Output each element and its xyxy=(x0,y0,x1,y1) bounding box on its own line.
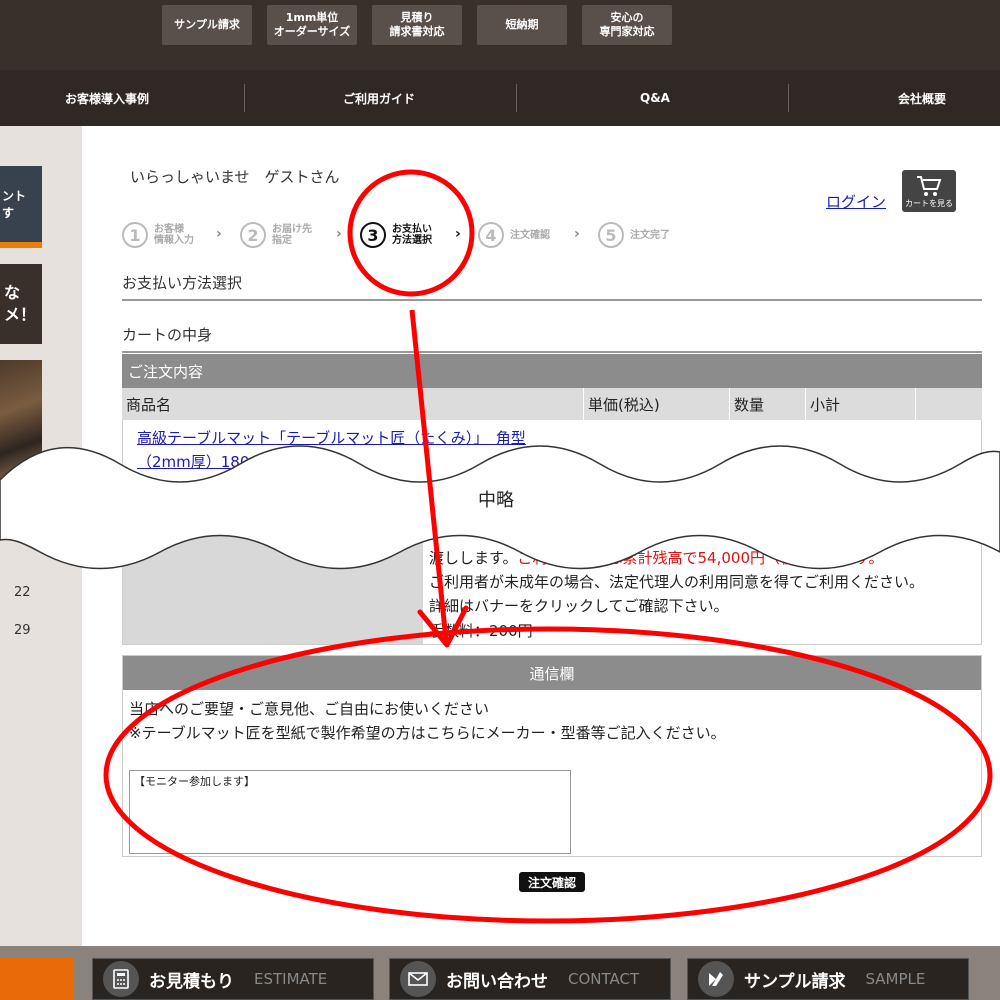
estimate-label: お見積もり xyxy=(149,971,234,992)
cart-table-columns: 商品名 単価(税込) 数量 小計 xyxy=(122,388,982,420)
step-arrow-icon: › xyxy=(455,226,461,242)
column-unit-price: 単価(税込) xyxy=(584,388,730,420)
sidebar-banner-account[interactable]: ント す xyxy=(0,166,42,246)
notes-template-instruction: ※テーブルマット匠を型紙で製作希望の方はこちらにメーカー・型番等ご記入ください。 xyxy=(129,724,726,742)
nav-case-studies[interactable]: お客様導入事例 xyxy=(65,70,149,126)
feature-short-delivery[interactable]: 短納期 xyxy=(477,5,567,45)
step-number: 5 xyxy=(598,222,624,248)
column-product: 商品名 xyxy=(122,388,584,420)
step-number: 1 xyxy=(122,222,148,248)
step-arrow-icon: › xyxy=(336,226,342,242)
nav-divider xyxy=(516,84,517,112)
column-extra xyxy=(916,388,982,420)
order-confirm-button[interactable]: 注文確認 xyxy=(519,872,585,892)
calendar-day: 29 xyxy=(14,623,31,638)
notes-textarea[interactable]: 【モニター参加します】 xyxy=(129,770,571,854)
step-arrow-icon: › xyxy=(574,226,580,242)
nav-divider xyxy=(244,84,245,112)
sample-sub: SAMPLE xyxy=(865,970,926,988)
estimate-button[interactable]: お見積もり ESTIMATE xyxy=(92,958,374,1000)
notes-header: 通信欄 xyxy=(123,656,981,690)
estimate-sub: ESTIMATE xyxy=(254,970,328,988)
omission-label: 中略 xyxy=(478,490,514,511)
nav-company[interactable]: 会社概要 xyxy=(898,70,946,126)
view-cart-label: カートを見る xyxy=(905,199,953,208)
step-payment-active: 3 お支払い 方法選択 xyxy=(360,222,432,248)
contact-sub: CONTACT xyxy=(568,970,640,988)
step-label: お支払い 方法選択 xyxy=(392,224,432,246)
nav-divider xyxy=(788,84,789,112)
calendar-day: 22 xyxy=(14,585,31,600)
notes-section: 通信欄 当店へのご要望・ご意見他、ご自由にお使いください ※テーブルマット匠を型… xyxy=(122,655,982,857)
step-customer-info: 1 お客様 情報入力 xyxy=(122,222,194,248)
feature-order-size[interactable]: 1mm単位 オーダーサイズ xyxy=(267,5,357,45)
nav-qa[interactable]: Q&A xyxy=(640,70,670,126)
mail-icon xyxy=(400,961,436,997)
step-label: 注文確認 xyxy=(510,229,550,241)
feature-estimate[interactable]: 見積り 請求書対応 xyxy=(372,5,462,45)
calculator-icon xyxy=(103,961,139,997)
column-quantity: 数量 xyxy=(730,388,806,420)
contact-label: お問い合わせ xyxy=(446,971,548,992)
feature-sample-request[interactable]: サンプル請求 xyxy=(162,5,252,45)
sample-icon xyxy=(698,961,734,997)
step-arrow-icon: › xyxy=(216,226,222,242)
step-label: お届け先 指定 xyxy=(272,224,312,246)
login-link[interactable]: ログイン xyxy=(826,191,886,212)
step-label: 注文完了 xyxy=(630,229,670,241)
step-number: 2 xyxy=(240,222,266,248)
cart-icon xyxy=(917,176,942,196)
step-delivery: 2 お届け先 指定 xyxy=(240,222,312,248)
column-subtotal: 小計 xyxy=(806,388,916,420)
sidebar-banner-recommend[interactable]: な メ！ xyxy=(0,264,42,344)
notes-instruction: 当店へのご要望・ご意見他、ご自由にお使いください xyxy=(129,700,490,718)
sample-label: サンプル請求 xyxy=(744,971,846,992)
section-title-cart: カートの中身 xyxy=(122,324,982,353)
nav-usage-guide[interactable]: ご利用ガイド xyxy=(343,70,415,126)
sidebar-accent-stripe xyxy=(0,242,42,248)
step-complete: 5 注文完了 xyxy=(598,222,670,248)
step-number: 3 xyxy=(360,222,386,248)
bottom-cta-bar: お見積もり ESTIMATE お問い合わせ CONTACT サンプル請求 SAM… xyxy=(0,946,1000,1000)
bottom-accent xyxy=(0,958,74,1000)
top-feature-bar: サンプル請求 1mm単位 オーダーサイズ 見積り 請求書対応 短納期 安心の 専… xyxy=(0,0,1000,70)
sample-request-button[interactable]: サンプル請求 SAMPLE xyxy=(687,958,969,1000)
contact-button[interactable]: お問い合わせ CONTACT xyxy=(389,958,671,1000)
step-confirm: 4 注文確認 xyxy=(478,222,550,248)
step-label: お客様 情報入力 xyxy=(154,224,194,246)
main-nav: お客様導入事例 ご利用ガイド Q&A 会社概要 xyxy=(0,70,1000,126)
view-cart-button[interactable]: カートを見る xyxy=(902,170,956,212)
feature-expert-support[interactable]: 安心の 専門家対応 xyxy=(582,5,672,45)
cart-table-header: ご注文内容 xyxy=(122,354,982,388)
step-number: 4 xyxy=(478,222,504,248)
welcome-message: いらっしゃいませ ゲストさん xyxy=(130,168,340,186)
payment-banner-notice: 詳細はバナーをクリックしてご確認下さい。 xyxy=(429,597,729,615)
payment-fee: 手数料：200円 xyxy=(429,622,533,640)
section-title-payment: お支払い方法選択 xyxy=(122,272,982,301)
